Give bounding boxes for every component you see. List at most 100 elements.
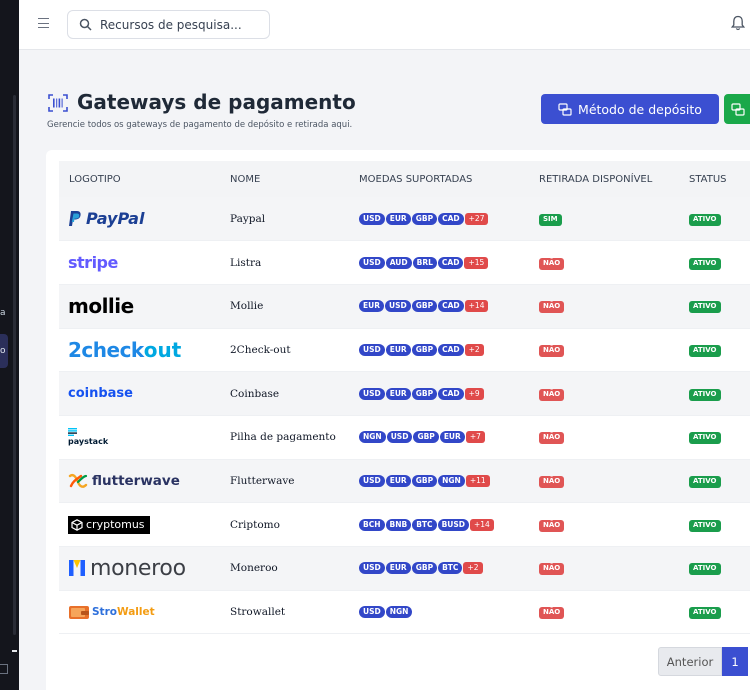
search-box[interactable] bbox=[67, 10, 270, 39]
column-header: MOEDAS SUPORTADAS bbox=[359, 161, 539, 197]
moneroo-icon bbox=[69, 560, 85, 577]
withdraw-badge: NÃO bbox=[539, 344, 565, 357]
currency-badge: CAD bbox=[438, 300, 464, 313]
coinbase-wordmark: coinbase bbox=[68, 386, 133, 402]
currency-badges: USD NGN bbox=[359, 606, 539, 619]
currency-badge: USD bbox=[385, 300, 411, 313]
sidebar-active-item-label[interactable]: o bbox=[0, 346, 6, 356]
more-currencies-badge: +14 bbox=[464, 300, 489, 313]
cryptomus-wordmark: cryptomus bbox=[86, 518, 145, 532]
deposit-method-button[interactable]: Método de depósito bbox=[541, 94, 719, 124]
gateway-name: Criptomo bbox=[230, 502, 359, 547]
status-badge: ATIVO bbox=[689, 301, 721, 314]
more-currencies-badge: +9 bbox=[464, 387, 484, 400]
currency-badges: USD EUR GBP CAD +2 bbox=[359, 343, 539, 356]
table-row[interactable]: stripe Listra USD AUD BRL CAD +15 NÃO AT… bbox=[59, 240, 750, 285]
currency-badge: BNB bbox=[385, 518, 412, 531]
mollie-logo: mollie bbox=[68, 294, 230, 318]
currency-badge: GBP bbox=[411, 300, 438, 313]
cube-icon bbox=[71, 518, 83, 531]
more-currencies-badge: +27 bbox=[464, 212, 489, 225]
currency-badge: GBP bbox=[411, 343, 438, 356]
currency-badge: USD bbox=[359, 562, 385, 575]
more-currencies-badge: +2 bbox=[464, 343, 484, 356]
sidebar-scrollbar[interactable] bbox=[13, 95, 16, 635]
moneroo-logo: moneroo bbox=[68, 556, 230, 581]
more-currencies-badge: +14 bbox=[470, 518, 494, 531]
currency-badge: EUR bbox=[385, 562, 411, 575]
bell-icon[interactable] bbox=[731, 15, 745, 31]
more-currencies-badge: +15 bbox=[464, 256, 489, 269]
menu-icon[interactable] bbox=[38, 18, 49, 28]
currency-badge: AUD bbox=[385, 256, 412, 269]
paypal-wordmark: PayPal bbox=[86, 209, 145, 229]
currency-badge: EUR bbox=[439, 431, 465, 444]
column-header: STATUS bbox=[689, 161, 750, 197]
paystack-wordmark: paystack bbox=[68, 437, 109, 447]
stripe-logo: stripe bbox=[68, 253, 230, 272]
wallet-icon bbox=[69, 606, 89, 620]
currency-badges: EUR USD GBP CAD +14 bbox=[359, 300, 539, 313]
strowallet-wordmark-part: Wallet bbox=[116, 606, 155, 619]
withdraw-method-button[interactable] bbox=[724, 94, 750, 124]
table-row[interactable]: mollie Mollie EUR USD GBP CAD +14 NÃO AT… bbox=[59, 284, 750, 329]
currency-badge: BRL bbox=[412, 256, 437, 269]
table-row[interactable]: coinbase Coinbase USD EUR GBP CAD +9 NÃO… bbox=[59, 371, 750, 416]
currency-badges: BCH BNB BTC BUSD +14 bbox=[359, 518, 539, 531]
gateway-name: Coinbase bbox=[230, 371, 359, 416]
paystack-icon bbox=[68, 428, 77, 437]
gateway-name: Pilha de pagamento bbox=[230, 415, 359, 460]
table-row[interactable]: 2check out 2Check-out USD EUR GBP CAD +2 … bbox=[59, 328, 750, 373]
table-row[interactable]: moneroo Moneroo USD EUR GBP BTC +2 NÃO A… bbox=[59, 546, 750, 591]
currency-badges: USD EUR GBP NGN +11 bbox=[359, 474, 539, 487]
table-row[interactable]: PayPal Paypal USD EUR GBP CAD +27 SIM AT… bbox=[59, 197, 750, 242]
withdraw-badge: SIM bbox=[539, 213, 562, 226]
currency-badge: GBP bbox=[411, 387, 438, 400]
sidebar-footer-icon[interactable] bbox=[0, 664, 8, 674]
stripe-wordmark: stripe bbox=[68, 253, 118, 273]
gateway-name: Mollie bbox=[230, 284, 359, 329]
topbar bbox=[19, 0, 750, 50]
table-row[interactable]: flutterwave Flutterwave USD EUR GBP NGN … bbox=[59, 459, 750, 504]
2checkout-wordmark-part: 2check bbox=[68, 337, 144, 362]
currency-badge: GBP bbox=[411, 562, 438, 575]
currency-badge: EUR bbox=[359, 300, 384, 313]
gateway-name: Moneroo bbox=[230, 546, 359, 591]
table-row[interactable]: cryptomus Criptomo BCH BNB BTC BUSD +14 … bbox=[59, 502, 750, 547]
status-badge: ATIVO bbox=[689, 607, 721, 620]
search-input[interactable] bbox=[100, 16, 265, 34]
2checkout-logo: 2check out bbox=[68, 338, 230, 362]
status-badge: ATIVO bbox=[689, 388, 721, 401]
currency-badge: USD bbox=[359, 343, 385, 356]
withdraw-badge: NÃO bbox=[539, 432, 565, 445]
pagination-previous-button[interactable]: Anterior bbox=[658, 647, 722, 676]
page-subtitle: Gerencie todos os gateways de pagamento … bbox=[47, 120, 353, 130]
column-header: NOME bbox=[230, 161, 359, 197]
table-row[interactable]: paystack Pilha de pagamento NGN USD GBP … bbox=[59, 415, 750, 460]
withdraw-badge: NÃO bbox=[539, 475, 565, 488]
currency-badge: NGN bbox=[359, 431, 386, 444]
barcode-scan-icon bbox=[48, 94, 68, 112]
table-row[interactable]: Stro Wallet Strowallet USD NGN NÃO ATIVO bbox=[59, 590, 750, 635]
sidebar-item-label[interactable]: a bbox=[0, 308, 6, 318]
withdraw-badge: NÃO bbox=[539, 519, 565, 532]
withdraw-badge: NÃO bbox=[539, 301, 565, 314]
gateway-name: Listra bbox=[230, 240, 359, 285]
transfer-icon bbox=[558, 102, 572, 116]
withdraw-badge: NÃO bbox=[539, 388, 565, 401]
currency-badges: USD EUR GBP BTC +2 bbox=[359, 562, 539, 575]
2checkout-wordmark-part: out bbox=[143, 337, 182, 362]
status-badge: ATIVO bbox=[689, 432, 721, 445]
currency-badge: BUSD bbox=[437, 518, 469, 531]
sidebar-divider bbox=[12, 650, 17, 652]
currency-badge: BTC bbox=[412, 518, 437, 531]
coinbase-logo: coinbase bbox=[68, 386, 230, 401]
withdraw-badge: NÃO bbox=[539, 563, 565, 576]
more-currencies-badge: +2 bbox=[463, 562, 483, 575]
withdraw-badge: NÃO bbox=[539, 257, 565, 270]
currency-badge: USD bbox=[359, 212, 385, 225]
column-header: LOGOTIPO bbox=[59, 161, 230, 197]
currency-badge: USD bbox=[386, 431, 413, 444]
pagination-page-1[interactable]: 1 bbox=[722, 647, 748, 676]
status-badge: ATIVO bbox=[689, 563, 721, 576]
